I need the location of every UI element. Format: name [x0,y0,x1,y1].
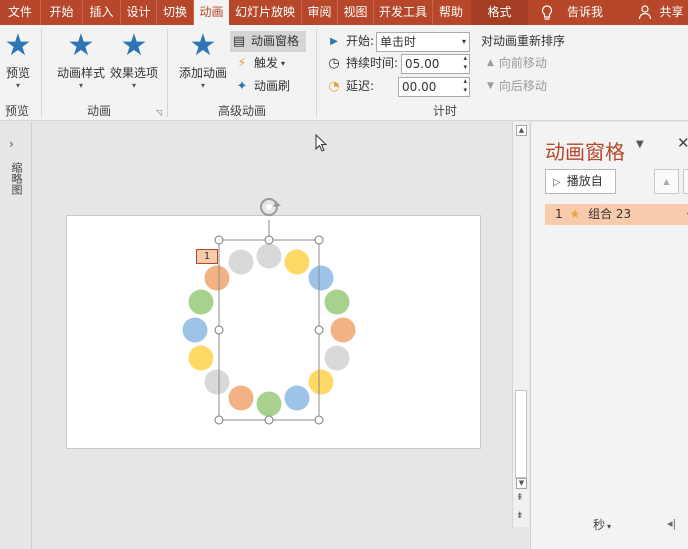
animation-pane-title: 动画窗格 [545,140,625,164]
star-icon: ★ [569,207,581,221]
rotate-handle-icon[interactable] [260,198,281,216]
seconds-label: 秒 [593,518,606,532]
animation-order-badge[interactable]: 1 [196,249,218,264]
pane-options-chevron-icon[interactable]: ▼ [636,139,644,150]
seconds-menu[interactable]: 秒 ▾ [593,516,611,533]
move-down-button[interactable] [683,169,688,194]
timeline-scroll-left-icon[interactable]: ◂| [667,517,676,530]
close-pane-icon[interactable]: ✕ [677,134,688,152]
play-icon: ▷ [553,177,561,188]
previous-slide-icon[interactable]: ⇞ [516,494,524,503]
animation-pane: 动画窗格 ▼ ✕ ▷ 播放自 ▲ 1 ★ 组合 23 ▾ 秒▾ ◂| [530,122,688,549]
vertical-scrollbar[interactable]: ▲ ▼ ⇞ ⇟ [512,122,529,527]
move-up-button[interactable]: ▲ [654,169,679,194]
mouse-cursor-icon [315,134,328,152]
scroll-down-button[interactable]: ▼ [516,478,527,489]
play-from-button[interactable]: ▷ 播放自 [545,169,616,194]
next-slide-icon[interactable]: ⇟ [516,512,524,521]
circle-ring[interactable] [182,243,356,417]
chevron-down-icon: ▾ [607,522,612,531]
animation-list-item[interactable]: 1 ★ 组合 23 ▾ [545,204,688,225]
item-number: 1 [555,207,563,221]
item-label: 组合 23 [588,207,632,221]
scroll-up-button[interactable]: ▲ [516,125,527,136]
scroll-thumb[interactable] [515,390,527,478]
play-from-label: 播放自 [566,174,603,188]
